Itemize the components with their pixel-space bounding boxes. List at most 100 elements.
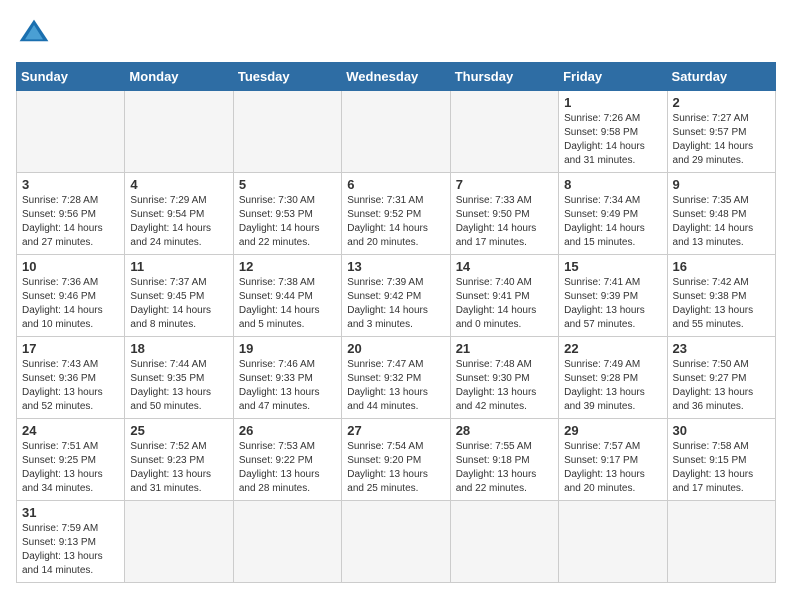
day-info: Sunrise: 7:44 AM Sunset: 9:35 PM Dayligh… bbox=[130, 358, 227, 414]
calendar-cell: 5Sunrise: 7:30 AM Sunset: 9:53 PM Daylig… bbox=[233, 173, 341, 255]
weekday-header-row: SundayMondayTuesdayWednesdayThursdayFrid… bbox=[17, 63, 776, 91]
calendar-cell: 14 Sunrise: 7:40 AM Sunset: 9:41 PM Dayli… bbox=[450, 255, 558, 337]
day-info: Sunrise: 7:50 AM Sunset: 9:27 PM Dayligh… bbox=[673, 358, 770, 414]
calendar-cell: 20Sunrise: 7:47 AM Sunset: 9:32 PM Dayli… bbox=[342, 337, 450, 419]
calendar-cell bbox=[125, 91, 233, 173]
weekday-header: Thursday bbox=[450, 63, 558, 91]
day-number: 11 bbox=[130, 259, 227, 274]
day-number: 14 bbox=[456, 259, 553, 274]
day-number: 10 bbox=[22, 259, 119, 274]
calendar-cell: 10 Sunrise: 7:36 AM Sunset: 9:46 PM Dayli… bbox=[17, 255, 125, 337]
day-number: 16 bbox=[673, 259, 770, 274]
day-info: Sunrise: 7:59 AM Sunset: 9:13 PM Dayligh… bbox=[22, 522, 119, 578]
calendar-table: SundayMondayTuesdayWednesdayThursdayFrid… bbox=[16, 62, 776, 583]
day-info: Sunrise: 7:37 AM Sunset: 9:45 PM Dayligh… bbox=[130, 276, 227, 332]
calendar-cell bbox=[125, 501, 233, 583]
calendar-cell bbox=[233, 91, 341, 173]
day-number: 15 bbox=[564, 259, 661, 274]
calendar-cell: 29 Sunrise: 7:57 AM Sunset: 9:17 PM Dayli… bbox=[559, 419, 667, 501]
calendar-cell: 17 Sunrise: 7:43 AM Sunset: 9:36 PM Dayli… bbox=[17, 337, 125, 419]
day-number: 3 bbox=[22, 177, 119, 192]
day-number: 17 bbox=[22, 341, 119, 356]
calendar-cell bbox=[559, 501, 667, 583]
calendar-week-row: 3Sunrise: 7:28 AM Sunset: 9:56 PM Daylig… bbox=[17, 173, 776, 255]
calendar-cell: 4Sunrise: 7:29 AM Sunset: 9:54 PM Daylig… bbox=[125, 173, 233, 255]
calendar-cell: 2Sunrise: 7:27 AM Sunset: 9:57 PM Daylig… bbox=[667, 91, 775, 173]
day-number: 4 bbox=[130, 177, 227, 192]
day-number: 28 bbox=[456, 423, 553, 438]
weekday-header: Wednesday bbox=[342, 63, 450, 91]
calendar-cell: 15 Sunrise: 7:41 AM Sunset: 9:39 PM Dayli… bbox=[559, 255, 667, 337]
calendar-week-row: 1 Sunrise: 7:26 AM Sunset: 9:58 PM Daylig… bbox=[17, 91, 776, 173]
day-info: Sunrise: 7:55 AM Sunset: 9:18 PM Dayligh… bbox=[456, 440, 553, 496]
day-number: 7 bbox=[456, 177, 553, 192]
calendar-cell: 18 Sunrise: 7:44 AM Sunset: 9:35 PM Dayli… bbox=[125, 337, 233, 419]
weekday-header: Tuesday bbox=[233, 63, 341, 91]
day-info: Sunrise: 7:36 AM Sunset: 9:46 PM Dayligh… bbox=[22, 276, 119, 332]
calendar-week-row: 10 Sunrise: 7:36 AM Sunset: 9:46 PM Dayli… bbox=[17, 255, 776, 337]
calendar-cell: 27 Sunrise: 7:54 AM Sunset: 9:20 PM Dayli… bbox=[342, 419, 450, 501]
calendar-cell bbox=[450, 91, 558, 173]
day-number: 30 bbox=[673, 423, 770, 438]
day-number: 19 bbox=[239, 341, 336, 356]
calendar-cell: 13 Sunrise: 7:39 AM Sunset: 9:42 PM Dayli… bbox=[342, 255, 450, 337]
day-info: Sunrise: 7:51 AM Sunset: 9:25 PM Dayligh… bbox=[22, 440, 119, 496]
day-info: Sunrise: 7:46 AM Sunset: 9:33 PM Dayligh… bbox=[239, 358, 336, 414]
logo-icon bbox=[16, 16, 52, 52]
day-number: 5 bbox=[239, 177, 336, 192]
day-info: Sunrise: 7:52 AM Sunset: 9:23 PM Dayligh… bbox=[130, 440, 227, 496]
day-number: 6 bbox=[347, 177, 444, 192]
calendar-cell: 11 Sunrise: 7:37 AM Sunset: 9:45 PM Dayli… bbox=[125, 255, 233, 337]
day-info: Sunrise: 7:47 AM Sunset: 9:32 PM Dayligh… bbox=[347, 358, 444, 414]
calendar-cell: 28 Sunrise: 7:55 AM Sunset: 9:18 PM Dayli… bbox=[450, 419, 558, 501]
calendar-cell: 6 Sunrise: 7:31 AM Sunset: 9:52 PM Daylig… bbox=[342, 173, 450, 255]
day-info: Sunrise: 7:41 AM Sunset: 9:39 PM Dayligh… bbox=[564, 276, 661, 332]
day-info: Sunrise: 7:33 AM Sunset: 9:50 PM Dayligh… bbox=[456, 194, 553, 250]
day-info: Sunrise: 7:38 AM Sunset: 9:44 PM Dayligh… bbox=[239, 276, 336, 332]
day-info: Sunrise: 7:31 AM Sunset: 9:52 PM Dayligh… bbox=[347, 194, 444, 250]
day-info: Sunrise: 7:49 AM Sunset: 9:28 PM Dayligh… bbox=[564, 358, 661, 414]
day-number: 22 bbox=[564, 341, 661, 356]
calendar-cell: 3Sunrise: 7:28 AM Sunset: 9:56 PM Daylig… bbox=[17, 173, 125, 255]
day-number: 23 bbox=[673, 341, 770, 356]
calendar-cell: 21 Sunrise: 7:48 AM Sunset: 9:30 PM Dayli… bbox=[450, 337, 558, 419]
day-info: Sunrise: 7:53 AM Sunset: 9:22 PM Dayligh… bbox=[239, 440, 336, 496]
day-info: Sunrise: 7:54 AM Sunset: 9:20 PM Dayligh… bbox=[347, 440, 444, 496]
day-number: 8 bbox=[564, 177, 661, 192]
day-info: Sunrise: 7:40 AM Sunset: 9:41 PM Dayligh… bbox=[456, 276, 553, 332]
day-info: Sunrise: 7:43 AM Sunset: 9:36 PM Dayligh… bbox=[22, 358, 119, 414]
day-number: 9 bbox=[673, 177, 770, 192]
day-number: 27 bbox=[347, 423, 444, 438]
day-info: Sunrise: 7:57 AM Sunset: 9:17 PM Dayligh… bbox=[564, 440, 661, 496]
day-number: 29 bbox=[564, 423, 661, 438]
calendar-cell bbox=[342, 91, 450, 173]
calendar-cell bbox=[450, 501, 558, 583]
day-number: 13 bbox=[347, 259, 444, 274]
calendar-cell: 7 Sunrise: 7:33 AM Sunset: 9:50 PM Daylig… bbox=[450, 173, 558, 255]
calendar-cell: 25 Sunrise: 7:52 AM Sunset: 9:23 PM Dayli… bbox=[125, 419, 233, 501]
calendar-cell: 19 Sunrise: 7:46 AM Sunset: 9:33 PM Dayli… bbox=[233, 337, 341, 419]
day-info: Sunrise: 7:48 AM Sunset: 9:30 PM Dayligh… bbox=[456, 358, 553, 414]
calendar-cell: 31Sunrise: 7:59 AM Sunset: 9:13 PM Dayli… bbox=[17, 501, 125, 583]
day-number: 1 bbox=[564, 95, 661, 110]
weekday-header: Sunday bbox=[17, 63, 125, 91]
day-number: 25 bbox=[130, 423, 227, 438]
calendar-cell: 12 Sunrise: 7:38 AM Sunset: 9:44 PM Dayli… bbox=[233, 255, 341, 337]
calendar-cell: 16Sunrise: 7:42 AM Sunset: 9:38 PM Dayli… bbox=[667, 255, 775, 337]
day-info: Sunrise: 7:39 AM Sunset: 9:42 PM Dayligh… bbox=[347, 276, 444, 332]
calendar-week-row: 24 Sunrise: 7:51 AM Sunset: 9:25 PM Dayli… bbox=[17, 419, 776, 501]
day-number: 24 bbox=[22, 423, 119, 438]
day-number: 2 bbox=[673, 95, 770, 110]
calendar-week-row: 31Sunrise: 7:59 AM Sunset: 9:13 PM Dayli… bbox=[17, 501, 776, 583]
calendar-week-row: 17 Sunrise: 7:43 AM Sunset: 9:36 PM Dayli… bbox=[17, 337, 776, 419]
day-number: 21 bbox=[456, 341, 553, 356]
day-number: 18 bbox=[130, 341, 227, 356]
calendar-cell bbox=[233, 501, 341, 583]
day-info: Sunrise: 7:26 AM Sunset: 9:58 PM Dayligh… bbox=[564, 112, 661, 168]
day-info: Sunrise: 7:35 AM Sunset: 9:48 PM Dayligh… bbox=[673, 194, 770, 250]
weekday-header: Friday bbox=[559, 63, 667, 91]
weekday-header: Monday bbox=[125, 63, 233, 91]
day-number: 12 bbox=[239, 259, 336, 274]
calendar-cell: 8Sunrise: 7:34 AM Sunset: 9:49 PM Daylig… bbox=[559, 173, 667, 255]
calendar-cell bbox=[17, 91, 125, 173]
